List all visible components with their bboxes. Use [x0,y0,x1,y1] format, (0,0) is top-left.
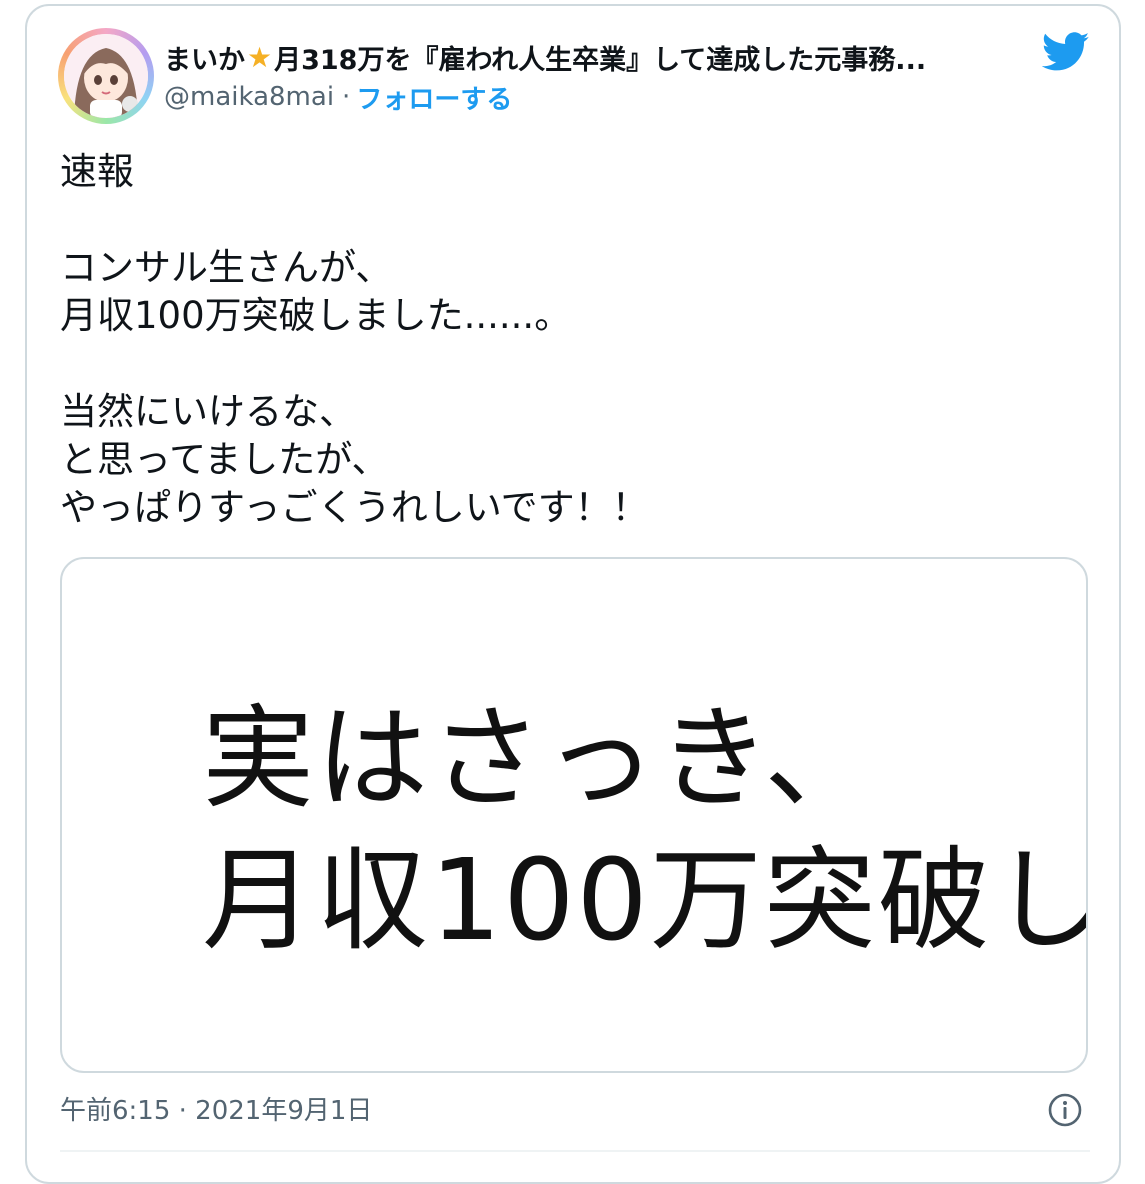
handle-separator: · [342,82,351,112]
author-handle-row: @maika8mai · フォローする [164,78,512,116]
footer-divider [60,1150,1090,1152]
avatar[interactable] [58,28,154,124]
star-icon: ★ [247,40,273,74]
author-name-suffix: 月318万を『雇われ人生卒業』して達成した元事務... [274,44,927,76]
media-text-line-2: 月収100万突破し [202,836,1088,966]
author-handle[interactable]: @maika8mai [164,82,334,112]
info-icon[interactable] [1047,1092,1083,1128]
media-text-line-1: 実はさっき、 [202,694,879,824]
tweet-timestamp[interactable]: 午前6:15 · 2021年9月1日 [60,1090,372,1127]
avatar-image [64,34,148,118]
tweet-text: 速報 コンサル生さんが、 月収100万突破しました......。 当然にいけるな… [60,150,649,529]
author-name-prefix: まいか [164,44,245,76]
twitter-bird-icon[interactable] [1042,32,1090,72]
follow-button[interactable]: フォローする [356,79,512,116]
media-image[interactable]: 実はさっき、 月収100万突破し [60,557,1088,1073]
author-name[interactable]: まいか ★ 月318万を『雇われ人生卒業』して達成した元事務... [164,36,1024,78]
